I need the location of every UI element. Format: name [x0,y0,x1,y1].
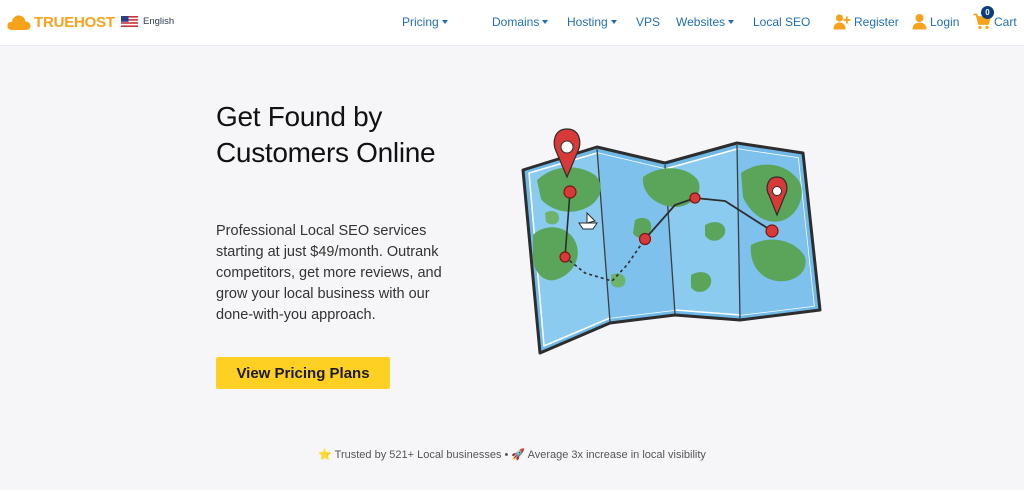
nav-domains-label: Domains [492,15,540,29]
nav-hosting[interactable]: Hosting [567,15,617,29]
hero-title: Get Found by Customers Online [216,101,436,168]
register-label: Register [854,14,899,29]
cart-icon-wrapper: 0 [973,6,994,30]
nav-vps[interactable]: VPS [636,15,660,29]
truehost-logo[interactable]: TRUEHOST [7,13,115,31]
nav-websites[interactable]: Websites [676,15,735,29]
nav-hosting-label: Hosting [567,15,608,29]
login-link[interactable]: Login [912,13,959,30]
hero-description: Professional Local SEO services starting… [216,223,442,323]
nav-pricing-label: Pricing [402,15,439,29]
chevron-down-icon [542,20,549,24]
cloud-logo-icon [7,15,31,30]
nav-domains[interactable]: Domains [492,15,549,29]
chevron-down-icon [610,20,617,24]
cart-link[interactable]: 0 Cart [973,6,1017,30]
chevron-down-icon [728,20,735,24]
logo-text: TRUEHOST [34,13,115,31]
language-selector[interactable]: English [121,16,174,27]
top-navbar: TRUEHOST English Pricing Domains Hosting… [0,0,1024,46]
register-link[interactable]: Register [833,13,899,30]
view-pricing-plans-button[interactable]: View Pricing Plans [216,357,390,389]
trust-statement: ⭐ Trusted by 521+ Local businesses • 🚀 A… [318,449,706,461]
nav-websites-label: Websites [676,15,726,29]
cart-label: Cart [994,14,1017,29]
nav-vps-label: VPS [636,15,661,29]
us-flag-icon [121,16,138,27]
login-label: Login [930,14,960,29]
user-icon [912,14,927,30]
nav-local-seo-label: Local SEO [753,15,811,29]
nav-pricing[interactable]: Pricing [402,15,448,29]
language-label: English [143,16,175,27]
folded-map-with-route-icon [521,128,822,355]
add-user-icon [833,14,851,30]
nav-local-seo[interactable]: Local SEO [753,15,810,29]
chevron-down-icon [441,20,448,24]
cart-count-badge: 0 [981,6,994,19]
